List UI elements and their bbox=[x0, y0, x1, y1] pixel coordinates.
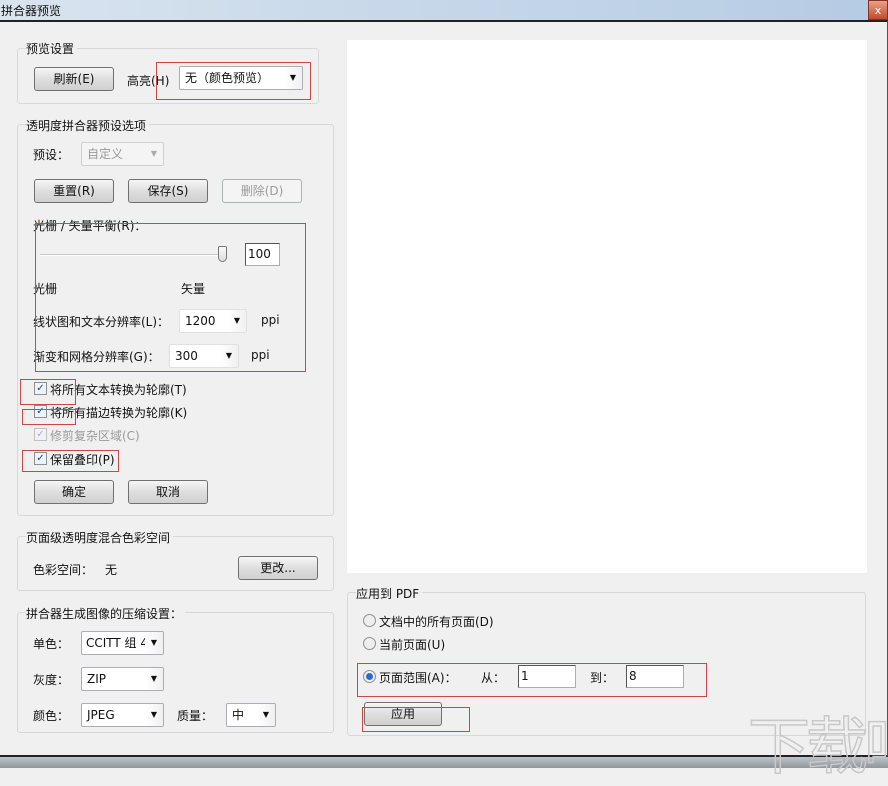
preset-select[interactable]: 自定义 ▼ bbox=[81, 142, 164, 166]
gray-select[interactable]: ZIP ▼ bbox=[81, 667, 164, 691]
mono-label: 单色： bbox=[33, 637, 70, 651]
gray-value: ZIP bbox=[87, 672, 106, 686]
mono-value: CCITT 组 4 bbox=[86, 636, 149, 650]
color-value: JPEG bbox=[87, 708, 115, 722]
preview-settings-legend: 预览设置 bbox=[26, 40, 78, 57]
preview-canvas bbox=[347, 40, 867, 573]
annotation-apply bbox=[362, 707, 470, 732]
apply-pdf-legend: 应用到 PDF bbox=[356, 585, 423, 602]
compression-legend: 拼合器生成图像的压缩设置： bbox=[26, 605, 186, 622]
refresh-button[interactable]: 刷新(E) bbox=[34, 67, 114, 91]
all-pages-label: 文档中的所有页面(D) bbox=[379, 615, 494, 629]
chevron-down-icon: ▼ bbox=[145, 143, 163, 165]
quality-label: 质量： bbox=[177, 709, 214, 723]
chevron-down-icon: ▼ bbox=[145, 668, 163, 690]
watermark-logo: 下载吧 bbox=[747, 709, 888, 784]
annotation-page-range bbox=[357, 663, 707, 697]
preset-label: 预设： bbox=[33, 148, 70, 162]
preset-value: 自定义 bbox=[87, 147, 124, 161]
chevron-down-icon: ▼ bbox=[145, 704, 163, 726]
title-bar bbox=[0, 0, 888, 20]
clip-complex-checkbox[interactable]: ✓ bbox=[34, 428, 47, 441]
color-space-legend: 页面级透明度混合色彩空间 bbox=[26, 529, 174, 546]
current-page-radio[interactable] bbox=[363, 637, 376, 650]
flattener-preset-legend: 透明度拼合器预设选项 bbox=[26, 117, 150, 134]
window-title: 拼合器预览 bbox=[1, 4, 62, 18]
clip-complex-label: 修剪复杂区域(C) bbox=[50, 429, 140, 443]
ok-button[interactable]: 确定 bbox=[34, 480, 114, 504]
save-button[interactable]: 保存(S) bbox=[128, 179, 208, 203]
color-space-label: 色彩空间： bbox=[33, 563, 94, 577]
reset-button[interactable]: 重置(R) bbox=[34, 179, 114, 203]
current-page-label: 当前页面(U) bbox=[379, 638, 446, 652]
color-space-value: 无 bbox=[105, 563, 118, 577]
change-button[interactable]: 更改... bbox=[238, 556, 318, 580]
gray-label: 灰度： bbox=[33, 673, 70, 687]
delete-button[interactable]: 删除(D) bbox=[222, 179, 302, 203]
annotation-stroke-outline bbox=[22, 409, 76, 425]
annotation-highlight bbox=[156, 62, 311, 100]
color-select[interactable]: JPEG ▼ bbox=[81, 703, 164, 727]
all-pages-radio[interactable] bbox=[363, 614, 376, 627]
chevron-down-icon: ▼ bbox=[257, 704, 275, 726]
mono-select[interactable]: CCITT 组 4 ▼ bbox=[81, 631, 164, 655]
cancel-button[interactable]: 取消 bbox=[128, 480, 208, 504]
quality-value: 中 bbox=[232, 708, 245, 722]
close-button[interactable]: x bbox=[868, 0, 888, 20]
quality-select[interactable]: 中 ▼ bbox=[226, 703, 276, 727]
color-label: 颜色： bbox=[33, 709, 70, 723]
chevron-down-icon: ▼ bbox=[145, 632, 163, 654]
annotation-balance bbox=[35, 223, 306, 372]
annotation-text-outline bbox=[20, 379, 76, 405]
annotation-overprint bbox=[22, 450, 119, 472]
